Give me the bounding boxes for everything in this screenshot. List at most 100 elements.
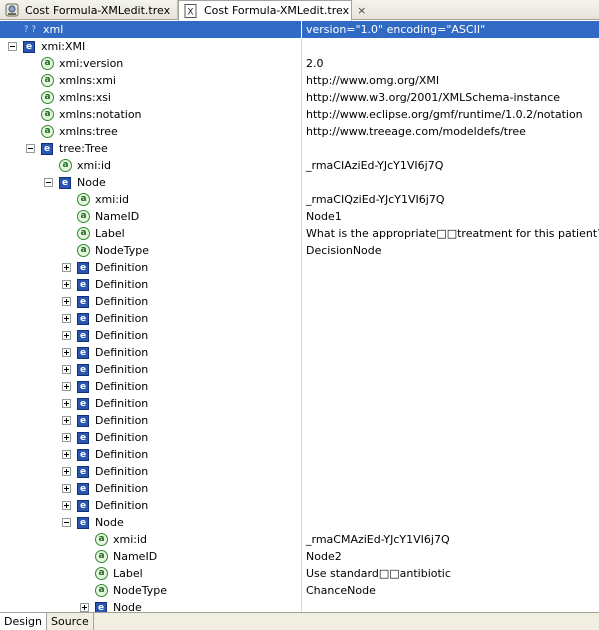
- node-value[interactable]: _rmaCIAziEd-YJcY1VI6j7Q: [302, 157, 599, 174]
- tree-row[interactable]: a NodeType DecisionNode: [0, 242, 599, 259]
- tree-node-cell[interactable]: a Label: [0, 225, 302, 242]
- node-value[interactable]: [302, 259, 599, 276]
- collapse-icon[interactable]: [8, 42, 17, 51]
- expand-icon[interactable]: [62, 280, 71, 289]
- tree-node-cell[interactable]: e Node: [0, 599, 302, 613]
- tree-node-cell[interactable]: a Label: [0, 565, 302, 582]
- tree-row[interactable]: e Definition: [0, 378, 599, 395]
- tree-row[interactable]: a NodeType ChanceNode: [0, 582, 599, 599]
- tree-row[interactable]: e tree:Tree: [0, 140, 599, 157]
- tree-row[interactable]: e Definition: [0, 497, 599, 514]
- tree-node-cell[interactable]: a xmi:id: [0, 157, 302, 174]
- tree-node-cell[interactable]: ? ? xml: [0, 21, 302, 38]
- tree-node-cell[interactable]: e Node: [0, 174, 302, 191]
- node-value[interactable]: 2.0: [302, 55, 599, 72]
- tree-node-cell[interactable]: a NodeType: [0, 582, 302, 599]
- tree-row[interactable]: e Node: [0, 174, 599, 191]
- tree-row[interactable]: e Definition: [0, 276, 599, 293]
- tree-row[interactable]: e Definition: [0, 429, 599, 446]
- expand-icon[interactable]: [62, 348, 71, 357]
- node-value[interactable]: [302, 599, 599, 613]
- tree-node-cell[interactable]: a xmlns:notation: [0, 106, 302, 123]
- node-value[interactable]: [302, 497, 599, 514]
- tree-row[interactable]: e xmi:XMI: [0, 38, 599, 55]
- node-value[interactable]: [302, 310, 599, 327]
- tree-row[interactable]: e Definition: [0, 293, 599, 310]
- node-value[interactable]: [302, 174, 599, 191]
- tree-node-cell[interactable]: a xmlns:xsi: [0, 89, 302, 106]
- node-value[interactable]: [302, 463, 599, 480]
- node-value[interactable]: [302, 514, 599, 531]
- tree-row[interactable]: e Node: [0, 599, 599, 613]
- tree-node-cell[interactable]: a xmi:id: [0, 531, 302, 548]
- tab-source[interactable]: Source: [47, 613, 94, 630]
- tree-row[interactable]: a Label What is the appropriate□□treatment…: [0, 225, 599, 242]
- tree-node-cell[interactable]: e xmi:XMI: [0, 38, 302, 55]
- node-value[interactable]: ChanceNode: [302, 582, 599, 599]
- tree-node-cell[interactable]: e Definition: [0, 327, 302, 344]
- tree-node-cell[interactable]: e Node: [0, 514, 302, 531]
- tree-row[interactable]: a NameID Node2: [0, 548, 599, 565]
- expand-icon[interactable]: [62, 331, 71, 340]
- expand-icon[interactable]: [62, 484, 71, 493]
- node-value[interactable]: [302, 480, 599, 497]
- node-value[interactable]: _rmaCMAziEd-YJcY1VI6j7Q: [302, 531, 599, 548]
- tree-node-cell[interactable]: e Definition: [0, 480, 302, 497]
- expand-icon[interactable]: [62, 450, 71, 459]
- expand-icon[interactable]: [62, 467, 71, 476]
- tree-node-cell[interactable]: a NameID: [0, 548, 302, 565]
- tree-node-cell[interactable]: a xmi:id: [0, 191, 302, 208]
- collapse-icon[interactable]: [26, 144, 35, 153]
- expand-icon[interactable]: [62, 382, 71, 391]
- tree-row[interactable]: e Definition: [0, 344, 599, 361]
- node-value[interactable]: [302, 412, 599, 429]
- node-value[interactable]: http://www.w3.org/2001/XMLSchema-instanc…: [302, 89, 599, 106]
- expand-icon[interactable]: [62, 314, 71, 323]
- expand-icon[interactable]: [80, 603, 89, 612]
- node-value[interactable]: DecisionNode: [302, 242, 599, 259]
- tree-node-cell[interactable]: a xmlns:tree: [0, 123, 302, 140]
- tree-node-cell[interactable]: e Definition: [0, 446, 302, 463]
- tree-row[interactable]: a xmi:id _rmaCIAziEd-YJcY1VI6j7Q: [0, 157, 599, 174]
- node-value[interactable]: [302, 140, 599, 157]
- collapse-icon[interactable]: [62, 518, 71, 527]
- tree-row[interactable]: e Definition: [0, 480, 599, 497]
- node-value[interactable]: What is the appropriate□□treatment for t…: [302, 225, 599, 242]
- expand-icon[interactable]: [62, 433, 71, 442]
- expand-icon[interactable]: [62, 263, 71, 272]
- node-value[interactable]: [302, 429, 599, 446]
- tree-row[interactable]: a xmlns:xmi http://www.omg.org/XMI: [0, 72, 599, 89]
- tree-row[interactable]: a xmlns:tree http://www.treeage.com/modeld…: [0, 123, 599, 140]
- tree-row[interactable]: a xmi:id _rmaCMAziEd-YJcY1VI6j7Q: [0, 531, 599, 548]
- tree-row[interactable]: a xmlns:xsi http://www.w3.org/2001/XMLSche…: [0, 89, 599, 106]
- tree-node-cell[interactable]: e tree:Tree: [0, 140, 302, 157]
- node-value[interactable]: http://www.eclipse.org/gmf/runtime/1.0.2…: [302, 106, 599, 123]
- tree-row[interactable]: e Definition: [0, 412, 599, 429]
- expand-icon[interactable]: [62, 399, 71, 408]
- expand-icon[interactable]: [62, 416, 71, 425]
- node-value[interactable]: version="1.0" encoding="ASCII": [302, 21, 599, 38]
- node-value[interactable]: http://www.omg.org/XMI: [302, 72, 599, 89]
- tree-node-cell[interactable]: e Definition: [0, 412, 302, 429]
- node-value[interactable]: [302, 276, 599, 293]
- tree-node-cell[interactable]: e Definition: [0, 276, 302, 293]
- tree-node-cell[interactable]: e Definition: [0, 378, 302, 395]
- node-value[interactable]: Use standard□□antibiotic: [302, 565, 599, 582]
- tree-row[interactable]: e Definition: [0, 361, 599, 378]
- node-value[interactable]: [302, 327, 599, 344]
- tree-node-cell[interactable]: e Definition: [0, 259, 302, 276]
- node-value[interactable]: Node1: [302, 208, 599, 225]
- tree-node-cell[interactable]: e Definition: [0, 344, 302, 361]
- collapse-icon[interactable]: [44, 178, 53, 187]
- tree-row[interactable]: ? ? xml version="1.0" encoding="ASCII": [0, 21, 599, 38]
- node-value[interactable]: [302, 395, 599, 412]
- tab-design[interactable]: Design: [0, 613, 47, 630]
- tab-cost-formula-active[interactable]: X Cost Formula-XMLedit.trex ×: [178, 0, 366, 21]
- tree-node-cell[interactable]: a xmlns:xmi: [0, 72, 302, 89]
- expand-icon[interactable]: [62, 365, 71, 374]
- tree-node-cell[interactable]: e Definition: [0, 395, 302, 412]
- node-value[interactable]: _rmaCIQziEd-YJcY1VI6j7Q: [302, 191, 599, 208]
- tree-node-cell[interactable]: a NodeType: [0, 242, 302, 259]
- node-value[interactable]: [302, 344, 599, 361]
- expand-icon[interactable]: [62, 297, 71, 306]
